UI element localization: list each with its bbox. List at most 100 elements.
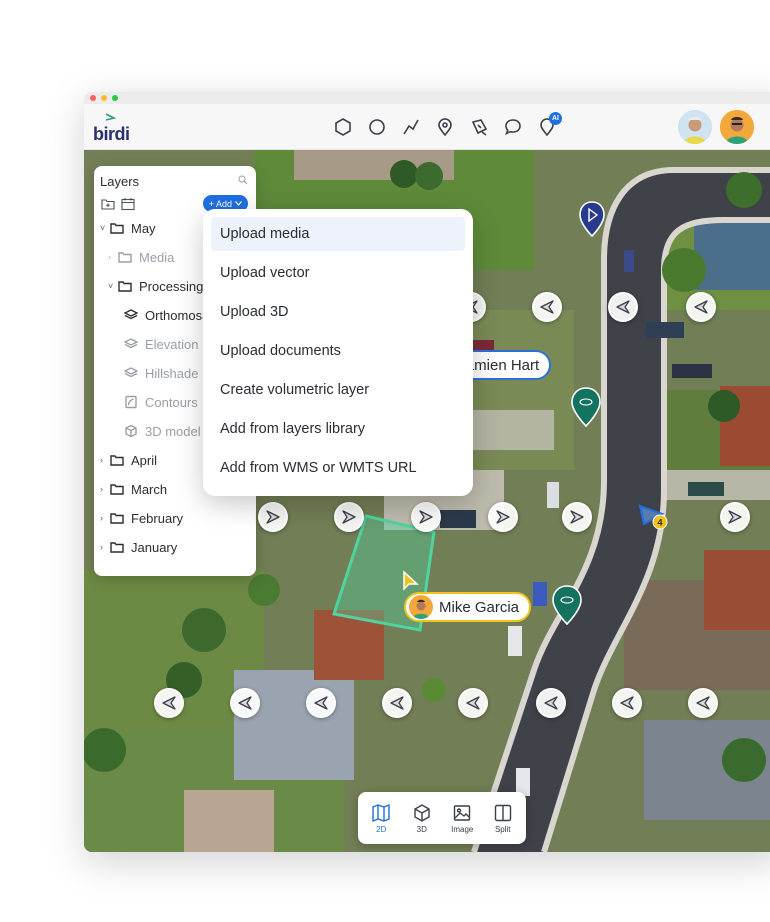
layer-tree-item[interactable]: ˅ Processing xyxy=(108,276,203,296)
layer-tree-label: Contours xyxy=(145,394,198,410)
layers-title: Layers xyxy=(100,174,140,189)
layer-tree-item[interactable]: › February xyxy=(100,508,183,528)
location-pin-icon[interactable] xyxy=(432,114,458,140)
add-menu-item[interactable]: Upload vector xyxy=(211,256,465,290)
app-header: birdi AI xyxy=(84,104,770,150)
photo-direction-marker[interactable] xyxy=(686,292,716,322)
layer-tree-item[interactable]: › April xyxy=(100,450,157,470)
layer-tree-item[interactable]: › March xyxy=(100,479,167,499)
app-window: birdi AI Layers + Add ˅ May › Media ˅ Pr… xyxy=(84,92,770,852)
layer-tree-label: March xyxy=(131,481,168,497)
chevron-right-icon[interactable]: › xyxy=(100,513,108,523)
photo-direction-marker[interactable] xyxy=(382,688,412,718)
view-split-button[interactable]: Split xyxy=(484,796,523,840)
user-avatar-damien[interactable] xyxy=(678,110,712,144)
folder-icon xyxy=(110,453,124,467)
brand-name: birdi xyxy=(93,124,130,144)
line-icon[interactable] xyxy=(398,114,424,140)
mike-avatar xyxy=(409,595,433,619)
view-3d-label: 3D xyxy=(416,824,427,834)
view-split-label: Split xyxy=(494,824,511,834)
photo-direction-marker[interactable] xyxy=(230,688,260,718)
layer-tree-label: February xyxy=(131,510,184,526)
add-menu-item[interactable]: Create volumetric layer xyxy=(211,373,465,407)
add-menu-item[interactable]: Add from WMS or WMTS URL xyxy=(211,451,465,485)
layer-tree-item[interactable]: Contours xyxy=(122,392,198,412)
photo-direction-marker[interactable] xyxy=(562,502,592,532)
photo-direction-marker[interactable] xyxy=(258,502,288,532)
layer-tree-label: Processing xyxy=(139,278,204,294)
view-image-label: Image xyxy=(451,824,474,834)
comment-icon[interactable] xyxy=(500,114,526,140)
layer-tree-item[interactable]: › Media xyxy=(108,247,174,267)
layers-icon xyxy=(123,308,139,322)
layer-tree-label: January xyxy=(131,539,178,555)
chevron-right-icon[interactable]: › xyxy=(100,484,108,494)
minimize-window-button[interactable] xyxy=(101,95,107,101)
photo-direction-marker[interactable] xyxy=(334,502,364,532)
photo-direction-marker[interactable] xyxy=(608,292,638,322)
search-icon[interactable] xyxy=(238,175,248,185)
layer-tree-label: Elevation xyxy=(145,336,199,352)
view-3d-button[interactable]: 3D xyxy=(403,796,442,840)
pen-icon[interactable] xyxy=(466,114,492,140)
add-menu-item[interactable]: Add from layers library xyxy=(211,412,465,446)
photo-direction-marker[interactable] xyxy=(536,688,566,718)
photo-direction-marker[interactable] xyxy=(532,292,562,322)
photo-direction-marker[interactable] xyxy=(306,688,336,718)
photo-direction-marker[interactable] xyxy=(688,688,718,718)
split-icon xyxy=(494,804,511,821)
calendar-icon[interactable] xyxy=(120,196,136,212)
chevron-right-icon[interactable]: › xyxy=(108,252,116,262)
layer-tree-item[interactable]: 3D model xyxy=(122,421,201,441)
drawing-toolbar: AI xyxy=(330,112,562,140)
maximize-window-button[interactable] xyxy=(112,95,118,101)
layer-tree-item[interactable]: › January xyxy=(100,537,177,557)
layer-tree-item[interactable]: Hillshade xyxy=(122,363,198,383)
folder-icon xyxy=(110,540,124,554)
folder-icon xyxy=(110,511,124,525)
add-menu-item[interactable]: Upload media xyxy=(211,217,465,251)
add-menu-item[interactable]: Upload documents xyxy=(211,334,465,368)
photo-direction-marker[interactable] xyxy=(488,502,518,532)
chevron-right-icon[interactable]: › xyxy=(100,455,108,465)
close-window-button[interactable] xyxy=(90,95,96,101)
photo-direction-marker[interactable] xyxy=(154,688,184,718)
photo-direction-marker[interactable] xyxy=(411,502,441,532)
photo-direction-marker[interactable] xyxy=(720,502,750,532)
mike-cursor-icon xyxy=(403,570,419,591)
map-canvas[interactable]: Layers + Add ˅ May › Media ˅ Processing Orthom… xyxy=(84,150,770,852)
new-folder-icon[interactable] xyxy=(100,196,116,212)
add-layer-label: + Add xyxy=(208,198,232,209)
chevron-right-icon[interactable]: › xyxy=(100,542,108,552)
cluster-count: 4 xyxy=(657,518,662,528)
add-menu-item[interactable]: Upload 3D xyxy=(211,295,465,329)
layers-toolbar xyxy=(100,196,136,212)
layer-tree-label: Hillshade xyxy=(145,365,199,381)
layers-icon xyxy=(123,337,139,351)
folder-icon xyxy=(118,279,132,293)
user-avatar-mike[interactable] xyxy=(720,110,754,144)
view-2d-button[interactable]: 2D xyxy=(362,796,401,840)
layer-tree-label: May xyxy=(131,220,156,236)
collaborator-name: Mike Garcia xyxy=(439,598,520,616)
polygon-icon[interactable] xyxy=(330,114,356,140)
circle-icon[interactable] xyxy=(364,114,390,140)
folder-icon xyxy=(110,482,124,496)
ai-icon[interactable]: AI xyxy=(534,112,562,140)
ai-badge: AI xyxy=(549,112,562,125)
add-layer-menu: Upload media Upload vector Upload 3D Upload… xyxy=(203,209,473,496)
birdi-logo[interactable]: birdi xyxy=(92,112,132,144)
layer-tree-item[interactable]: Elevation xyxy=(122,334,198,354)
layer-tree-item[interactable]: ˅ May xyxy=(100,218,156,238)
chevron-down-icon xyxy=(235,201,242,206)
contour-icon xyxy=(124,395,138,409)
layers-icon xyxy=(123,366,139,380)
photo-direction-marker[interactable] xyxy=(612,688,642,718)
layer-tree-label: Media xyxy=(139,249,175,265)
view-image-button[interactable]: Image xyxy=(443,796,482,840)
chevron-down-icon[interactable]: ˅ xyxy=(108,281,116,291)
photo-direction-marker[interactable] xyxy=(458,688,488,718)
chevron-down-icon[interactable]: ˅ xyxy=(100,223,108,233)
cube-icon xyxy=(124,424,138,438)
